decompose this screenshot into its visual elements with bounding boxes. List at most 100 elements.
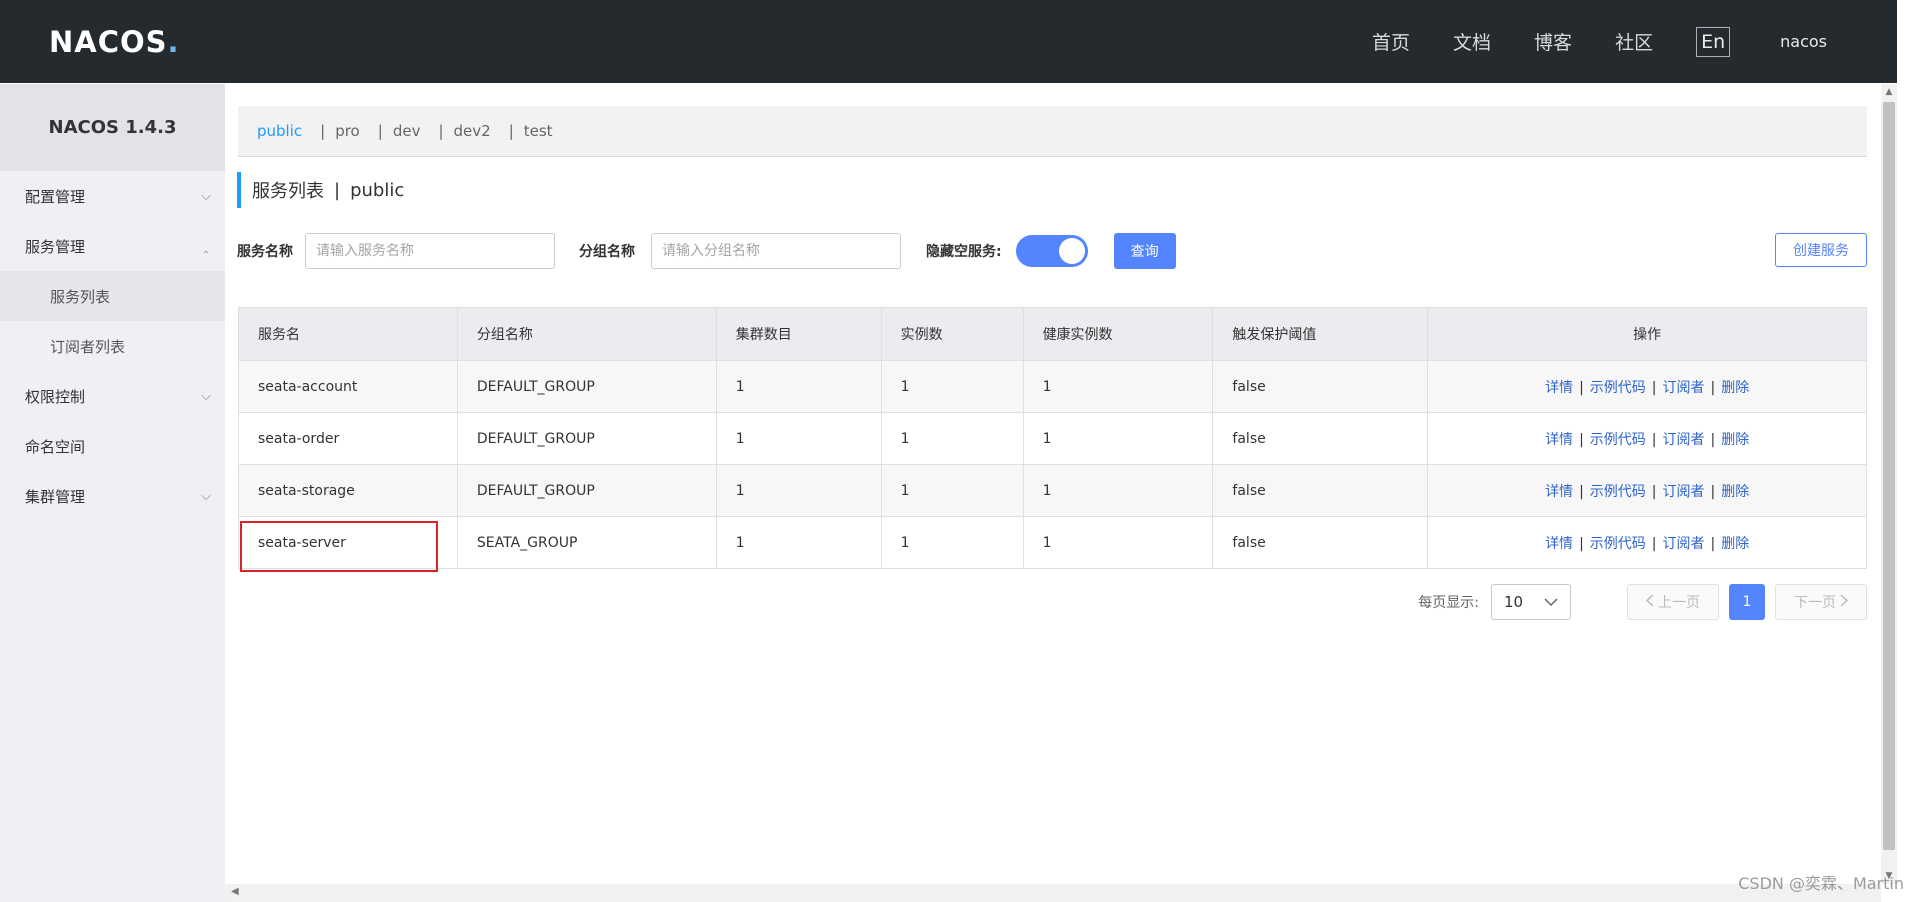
chevron-down-icon <box>1544 593 1558 611</box>
subscribers-link[interactable]: 订阅者 <box>1663 432 1705 448</box>
cell-operations: 详情 | 示例代码 | 订阅者 | 删除 <box>1427 464 1867 517</box>
op-separator: | <box>1579 379 1584 396</box>
namespace-separator: | <box>377 122 383 140</box>
user-name[interactable]: nacos <box>1780 32 1827 51</box>
logo-dot: . <box>167 25 180 59</box>
cell-healthy-count: 1 <box>1022 412 1214 465</box>
col-protect-threshold[interactable]: 触发保护阈值 <box>1212 307 1429 361</box>
sidebar-item-label: 集群管理 <box>25 487 86 506</box>
delete-link[interactable]: 删除 <box>1721 380 1749 396</box>
next-page-button[interactable]: 下一页 <box>1775 584 1867 620</box>
namespace-dev[interactable]: dev <box>393 122 421 140</box>
top-nav: 首页 文档 博客 社区 En nacos <box>1372 0 1897 83</box>
delete-link[interactable]: 删除 <box>1721 536 1749 552</box>
namespace-pro[interactable]: pro <box>335 122 360 140</box>
hide-empty-toggle[interactable] <box>1015 235 1088 267</box>
logo-s: S <box>145 25 168 59</box>
scroll-left-arrow-icon[interactable]: ◀ <box>231 886 239 897</box>
page-number-1[interactable]: 1 <box>1729 584 1765 620</box>
nav-docs[interactable]: 文档 <box>1453 28 1491 55</box>
cell-healthy-count: 1 <box>1022 516 1214 569</box>
cell-group-name: DEFAULT_GROUP <box>456 360 717 413</box>
chevron-down-icon: ⌵ <box>201 488 211 504</box>
sample-code-link[interactable]: 示例代码 <box>1590 432 1646 448</box>
prev-page-button[interactable]: 上一页 <box>1627 584 1719 620</box>
sidebar-item-label: 配置管理 <box>25 187 86 206</box>
service-table: 服务名 分组名称 集群数目 实例数 健康实例数 触发保护阈值 操作 seata-… <box>238 307 1867 569</box>
sidebar-item-service-list[interactable]: 服务列表 <box>0 271 225 321</box>
page-title: 服务列表 | public <box>237 172 404 208</box>
cell-cluster-count: 1 <box>715 464 882 517</box>
col-cluster-count[interactable]: 集群数目 <box>715 307 882 361</box>
sidebar-item-namespace[interactable]: 命名空间 <box>0 421 225 471</box>
delete-link[interactable]: 删除 <box>1721 432 1749 448</box>
create-service-button[interactable]: 创建服务 <box>1775 233 1867 267</box>
group-name-input[interactable] <box>651 233 901 269</box>
namespace-dev2[interactable]: dev2 <box>454 122 491 140</box>
cell-protect-threshold: false <box>1212 412 1429 465</box>
details-link[interactable]: 详情 <box>1545 536 1573 552</box>
col-healthy-count[interactable]: 健康实例数 <box>1022 307 1214 361</box>
sample-code-link[interactable]: 示例代码 <box>1590 536 1646 552</box>
nav-home[interactable]: 首页 <box>1372 28 1410 55</box>
vertical-scrollbar[interactable]: ▲ ▼ <box>1881 84 1897 884</box>
sample-code-link[interactable]: 示例代码 <box>1590 484 1646 500</box>
namespace-public[interactable]: public <box>257 122 302 140</box>
sidebar: NACOS 1.4.3 配置管理 ⌵ 服务管理 ‸ 服务列表 订阅者列表 权限控… <box>0 84 225 902</box>
cell-instance-count: 1 <box>880 464 1024 517</box>
op-separator: | <box>1579 535 1584 552</box>
table-header-row: 服务名 分组名称 集群数目 实例数 健康实例数 触发保护阈值 操作 <box>238 307 1867 361</box>
details-link[interactable]: 详情 <box>1545 380 1573 396</box>
col-group-name[interactable]: 分组名称 <box>456 307 717 361</box>
details-link[interactable]: 详情 <box>1545 432 1573 448</box>
cell-instance-count: 1 <box>880 412 1024 465</box>
table-row: seata-order DEFAULT_GROUP 1 1 1 false 详情… <box>238 412 1867 465</box>
sample-code-link[interactable]: 示例代码 <box>1590 380 1646 396</box>
subscribers-link[interactable]: 订阅者 <box>1663 536 1705 552</box>
cell-group-name: DEFAULT_GROUP <box>456 464 717 517</box>
service-name-input[interactable] <box>305 233 555 269</box>
page-size-value: 10 <box>1504 593 1524 611</box>
cell-protect-threshold: false <box>1212 516 1429 569</box>
op-separator: | <box>1710 379 1716 396</box>
nav-blog[interactable]: 博客 <box>1534 28 1572 55</box>
table-row: seata-storage DEFAULT_GROUP 1 1 1 false … <box>238 464 1867 517</box>
op-separator: | <box>1651 535 1657 552</box>
scroll-up-arrow-icon[interactable]: ▲ <box>1881 87 1897 97</box>
page-size-label: 每页显示: <box>1418 595 1479 611</box>
sidebar-item-config-management[interactable]: 配置管理 ⌵ <box>0 171 225 221</box>
delete-link[interactable]: 删除 <box>1721 484 1749 500</box>
op-separator: | <box>1710 431 1716 448</box>
logo-text: NAC <box>49 25 120 59</box>
watermark: CSDN @奕霖、Martin <box>1738 874 1904 893</box>
sidebar-item-subscriber-list[interactable]: 订阅者列表 <box>0 321 225 371</box>
search-button[interactable]: 查询 <box>1113 233 1176 269</box>
cell-healthy-count: 1 <box>1022 464 1214 517</box>
cell-operations: 详情 | 示例代码 | 订阅者 | 删除 <box>1427 412 1867 465</box>
nacos-logo[interactable]: NAC O S. <box>49 22 180 62</box>
hide-empty-label: 隐藏空服务: <box>926 244 1002 260</box>
details-link[interactable]: 详情 <box>1545 484 1573 500</box>
page-size-select[interactable]: 10 <box>1491 584 1571 620</box>
chevron-left-icon <box>1645 593 1654 611</box>
col-instance-count[interactable]: 实例数 <box>880 307 1024 361</box>
namespace-separator: | <box>508 122 514 140</box>
cell-healthy-count: 1 <box>1022 360 1214 413</box>
table-row: seata-account DEFAULT_GROUP 1 1 1 false … <box>238 360 1867 413</box>
horizontal-scrollbar[interactable]: ◀ <box>225 884 1881 902</box>
filter-row: 服务名称 分组名称 隐藏空服务: 查询 创建服务 <box>237 233 1867 269</box>
nav-community[interactable]: 社区 <box>1615 28 1653 55</box>
prev-page-label: 上一页 <box>1658 595 1700 611</box>
chevron-down-icon: ⌵ <box>201 188 211 204</box>
namespace-test[interactable]: test <box>524 122 553 140</box>
chevron-down-icon: ⌵ <box>201 388 211 404</box>
sidebar-item-cluster-management[interactable]: 集群管理 ⌵ <box>0 471 225 521</box>
subscribers-link[interactable]: 订阅者 <box>1663 484 1705 500</box>
subscribers-link[interactable]: 订阅者 <box>1663 380 1705 396</box>
sidebar-item-access-control[interactable]: 权限控制 ⌵ <box>0 371 225 421</box>
col-service-name[interactable]: 服务名 <box>238 307 458 361</box>
sidebar-item-service-management[interactable]: 服务管理 ‸ <box>0 221 225 271</box>
vertical-scroll-thumb[interactable] <box>1883 102 1895 850</box>
sidebar-item-label: 订阅者列表 <box>50 337 126 356</box>
language-toggle-button[interactable]: En <box>1696 26 1731 57</box>
